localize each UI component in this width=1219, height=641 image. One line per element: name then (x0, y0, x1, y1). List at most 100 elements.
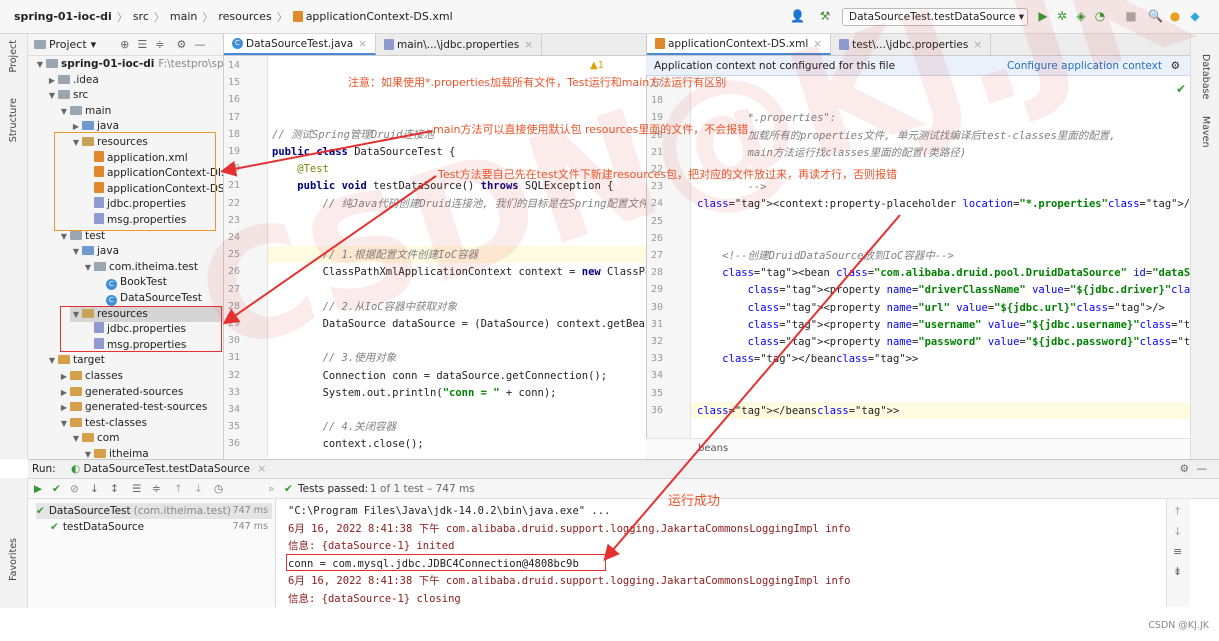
maven-tool-tab[interactable]: Maven (1200, 116, 1211, 148)
sort-alpha-icon[interactable]: ↓ (90, 479, 99, 499)
chevron-right-icon[interactable]: ▶ (58, 369, 70, 385)
java-class-icon: C (232, 38, 243, 49)
code-line: <!--创建DruidDataSource放到IoC容器中--> (697, 250, 954, 262)
breadcrumb-item[interactable]: src (133, 10, 149, 23)
structure-tool-tab[interactable]: Structure (8, 98, 19, 142)
rerun-icon[interactable]: ▶ (34, 479, 42, 499)
editor-tab[interactable]: main\...\jdbc.properties × (376, 34, 543, 55)
code-line: // 测试Spring管理Druid连接池 (272, 128, 435, 141)
tree-item[interactable]: ▼ src (46, 87, 223, 104)
tree-item[interactable]: ▼ spring-01-ioc-diF:\testpro\spring (34, 56, 223, 73)
run-label: Run: (32, 463, 56, 475)
line-number: 21 (228, 180, 241, 192)
run-tab[interactable]: DataSourceTest.testDataSource (84, 463, 250, 475)
tree-item[interactable]: ▶ generated-test-sources (58, 399, 223, 416)
tree-item[interactable]: ▶ generated-sources (58, 384, 223, 401)
chevron-down-icon[interactable]: ▼ (46, 353, 58, 369)
chevron-right-icon[interactable]: ▶ (46, 73, 58, 89)
chevron-down-icon[interactable]: ▼ (70, 244, 82, 260)
code-line: class="tag"><property name="password" va… (747, 336, 1190, 348)
hide-icon[interactable]: — (194, 38, 205, 51)
chevron-down-icon[interactable]: ▼ (58, 104, 70, 120)
console-line: 6月 16, 2022 8:41:38 下午 com.alibaba.druid… (288, 575, 851, 587)
breadcrumb-item[interactable]: main (170, 10, 197, 23)
java-class-icon: C (106, 279, 117, 291)
xml-breadcrumb[interactable]: beans (646, 438, 1190, 458)
project-panel-title[interactable]: Project (49, 38, 87, 51)
line-number: 18 (228, 128, 241, 140)
test-duration: 747 ms (232, 521, 268, 532)
chevron-right-icon[interactable]: ▶ (58, 400, 70, 416)
chevron-down-icon[interactable]: ▼ (46, 88, 58, 104)
chevron-down-icon[interactable]: ▼ (58, 416, 70, 432)
chevron-right-icon[interactable]: ▶ (58, 385, 70, 401)
chevron-down-icon[interactable]: ▼ (70, 431, 82, 447)
run-panel-header: Run: ◐ DataSourceTest.testDataSource × ⚙… (28, 459, 1219, 479)
project-tool-tab[interactable]: Project (8, 40, 19, 73)
console-line: 6月 16, 2022 8:41:38 下午 com.alibaba.druid… (288, 522, 851, 535)
close-icon[interactable]: × (358, 38, 367, 50)
collapse-all-icon[interactable]: ≑ (152, 479, 161, 499)
tree-item[interactable]: ▼ main (58, 103, 223, 120)
credit-text: CSDN @KJ.JK (1148, 620, 1209, 631)
tree-item-label: java (97, 245, 119, 258)
project-panel-header: Project ▾ ⊕ ☰ ≑ ⚙ — (28, 34, 223, 56)
scroll-end-icon[interactable]: ⇟ (1173, 565, 1182, 578)
jetbrains-icon[interactable]: ◆ (1188, 9, 1202, 23)
history-icon[interactable]: ◷ (214, 479, 223, 499)
line-number: 15 (228, 77, 241, 89)
close-icon[interactable]: × (257, 463, 266, 475)
test-resources-highlight (60, 306, 222, 352)
project-icon (34, 40, 46, 49)
test-result-row[interactable]: ✔ DataSourceTest (com.itheima.test) 747 ms (36, 503, 272, 519)
ignored-filter-icon[interactable]: ⊘ (70, 479, 79, 499)
left-tool-stripe-bottom: Favorites (0, 478, 28, 608)
breadcrumb-item[interactable]: resources (218, 10, 271, 23)
tree-item[interactable]: ▼ test-classes (58, 415, 223, 432)
editor-tab[interactable]: C DataSourceTest.java × (224, 34, 376, 55)
run-console[interactable]: "C:\Program Files\Java\jdk-14.0.2\bin\ja… (276, 499, 1166, 607)
check-icon: ✔ (1176, 82, 1187, 96)
more-icon[interactable]: » (268, 479, 274, 499)
gear-icon[interactable]: ⚙ (1180, 460, 1189, 479)
folder-icon (70, 230, 82, 240)
down-icon[interactable]: ↓ (194, 479, 203, 499)
gear-icon[interactable]: ⚙ (176, 38, 186, 51)
breadcrumb-item[interactable]: applicationContext-DS.xml (306, 10, 453, 23)
hide-icon[interactable]: — (1197, 460, 1208, 479)
soft-wrap-icon[interactable]: ≡ (1173, 545, 1182, 558)
locate-icon[interactable]: ⊕ (120, 38, 129, 51)
xml-file-icon (292, 11, 303, 22)
line-number: 32 (651, 336, 664, 347)
favorites-tool-tab[interactable]: Favorites (8, 538, 19, 581)
tree-item[interactable]: ▼ com (70, 430, 223, 447)
line-number: 20 (228, 163, 241, 175)
close-icon[interactable]: × (524, 39, 533, 51)
chevron-down-icon[interactable]: ▼ (82, 260, 94, 276)
tree-item[interactable]: ▼ itheima (82, 446, 223, 459)
code-line: Connection conn = dataSource.getConnecti… (272, 369, 608, 382)
code-line: class="tag"><property name="driverClassN… (747, 284, 1190, 297)
editor-tab-label: DataSourceTest.java (246, 37, 354, 50)
breadcrumb-item[interactable]: spring-01-ioc-di (14, 10, 112, 23)
test-result-row[interactable]: ✔ testDataSource 747 ms (50, 519, 272, 535)
down-icon[interactable]: ↓ (1173, 525, 1182, 538)
tree-item-label: test (85, 229, 106, 242)
chevron-down-icon[interactable]: ▼ (82, 447, 94, 459)
up-icon[interactable]: ↑ (174, 479, 183, 499)
passed-filter-icon[interactable]: ✔ (52, 479, 61, 499)
tree-item[interactable]: ▶ .idea (46, 72, 223, 89)
line-number: 35 (651, 387, 664, 399)
sort-duration-icon[interactable]: ↕ (110, 479, 119, 499)
warning-count[interactable]: ▲1 (590, 60, 604, 71)
chevron-down-icon[interactable]: ▾ (91, 38, 97, 51)
chevron-down-icon[interactable]: ▼ (34, 57, 46, 73)
up-icon[interactable]: ↑ (1173, 505, 1182, 518)
line-number: 16 (228, 94, 241, 106)
tree-item[interactable]: ▼ target (46, 352, 223, 369)
tree-item[interactable]: ▶ classes (58, 368, 223, 385)
expand-all-icon[interactable]: ☰ (132, 479, 141, 499)
collapse-all-icon[interactable]: ≑ (155, 38, 164, 51)
expand-all-icon[interactable]: ☰ (137, 38, 147, 51)
database-tool-tab[interactable]: Database (1200, 54, 1211, 99)
